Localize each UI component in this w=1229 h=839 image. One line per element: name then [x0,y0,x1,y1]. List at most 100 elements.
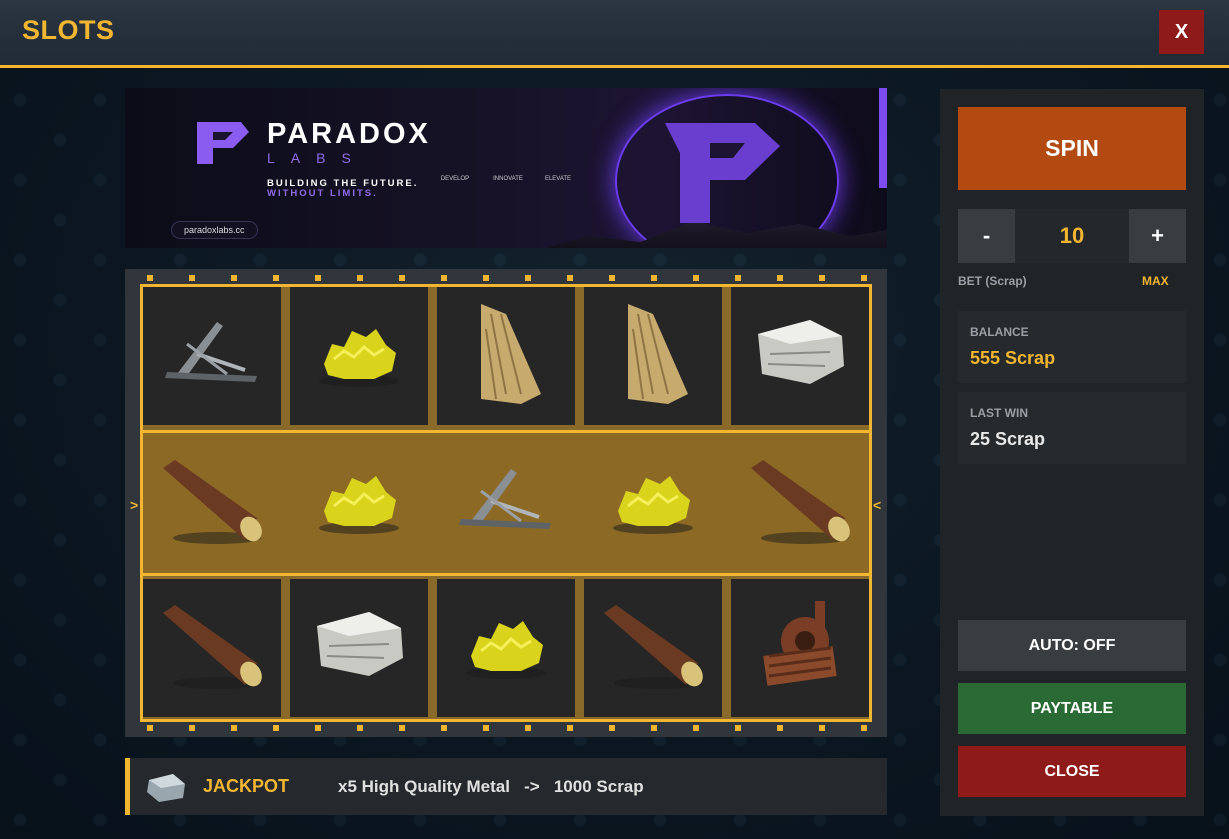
last-win-value: 25 Scrap [970,429,1046,449]
light-dot [777,275,783,281]
banner-big-logo-icon [665,123,780,223]
dot-row-top [147,275,867,281]
sulfur-icon [461,611,551,686]
sulfur-icon [314,319,404,394]
reel-cell [290,579,428,717]
light-dot [651,275,657,281]
light-dot [525,275,531,281]
dot-row-bottom [147,725,867,731]
banner-pill-innovate: INNOVATE [493,176,523,182]
light-dot [735,725,741,731]
banner-edge [879,88,887,188]
balance-value: 555 Scrap [970,348,1056,368]
light-dot [819,725,825,731]
control-panel: SPIN - 10 + BET (Scrap) MAX BALANCE 555 … [940,89,1204,816]
light-dot [231,725,237,731]
light-dot [567,275,573,281]
reel-cell [143,579,281,717]
reel-cell [437,287,575,425]
bet-amount: 10 [1015,209,1129,263]
bone-fragments-icon [157,314,267,399]
light-dot [357,275,363,281]
reel-cell [731,436,869,570]
banner-brand: PARADOX [267,118,431,150]
wood-icon [598,601,708,696]
jackpot-bar: JACKPOT x5 High Quality Metal -> 1000 Sc… [125,758,887,815]
banner-tagline-2: WITHOUT LIMITS. [267,188,378,199]
light-dot [147,275,153,281]
reel-cell [143,436,281,570]
light-dot [315,275,321,281]
banner-pill-develop: DEVELOP [440,176,470,182]
reel-cell [584,287,722,425]
last-win-box: LAST WIN 25 Scrap [958,392,1186,464]
light-dot [399,275,405,281]
reel-cell [437,436,575,570]
light-dot [189,725,195,731]
reel-grid [140,284,872,722]
light-dot [693,725,699,731]
high-quality-metal-icon [147,774,185,802]
reel-cell [584,436,722,570]
reel-cell [143,287,281,425]
light-dot [441,725,447,731]
light-dot [189,275,195,281]
auto-spin-button[interactable]: AUTO: OFF [958,620,1186,671]
bet-increase-button[interactable]: + [1129,209,1186,263]
max-bet-button[interactable]: MAX [1142,274,1169,288]
light-dot [609,275,615,281]
light-dot [525,725,531,731]
cloth-icon [461,299,551,414]
light-dot [819,275,825,281]
wood-icon [157,456,267,551]
light-dot [567,725,573,731]
banner-pill-elevate: ELEVATE [544,176,572,182]
stones-icon [750,314,850,399]
slot-machine [125,269,887,737]
payline-arrow-left: > [130,497,139,513]
light-dot [693,275,699,281]
paradox-logo-icon [197,122,249,164]
paytable-button[interactable]: PAYTABLE [958,683,1186,734]
light-dot [609,725,615,731]
light-dot [357,725,363,731]
light-dot [651,725,657,731]
light-dot [231,275,237,281]
light-dot [147,725,153,731]
reel-cell [731,287,869,425]
balance-box: BALANCE 555 Scrap [958,311,1186,383]
light-dot [315,725,321,731]
close-button[interactable]: CLOSE [958,746,1186,797]
close-icon-button[interactable]: X [1159,10,1204,54]
page-title: SLOTS [22,15,115,45]
wood-icon [157,601,267,696]
bone-fragments-icon [451,461,561,546]
top-bar: SLOTS X [0,0,1229,68]
jackpot-description: x5 High Quality Metal -> 1000 Scrap [338,777,644,796]
stones-icon [309,606,409,691]
cloth-icon [608,299,698,414]
payline-arrow-right: < [873,497,882,513]
reel-cell [731,579,869,717]
metal-fragments-icon [745,596,855,701]
balance-label: BALANCE [970,325,1029,339]
light-dot [777,725,783,731]
sulfur-icon [608,466,698,541]
spin-button[interactable]: SPIN [958,107,1186,190]
reel-cell [584,579,722,717]
light-dot [735,275,741,281]
light-dot [483,275,489,281]
sponsor-banner: PARADOX LABS BUILDING THE FUTURE. WITHOU… [125,88,887,248]
light-dot [399,725,405,731]
reel-cell [290,287,428,425]
sulfur-icon [314,466,404,541]
bet-decrease-button[interactable]: - [958,209,1015,263]
wood-icon [745,456,855,551]
light-dot [273,275,279,281]
reel-cell [437,579,575,717]
last-win-label: LAST WIN [970,406,1028,420]
jackpot-label: JACKPOT [203,776,290,796]
light-dot [441,275,447,281]
banner-url[interactable]: paradoxlabs.cc [171,221,258,239]
light-dot [861,275,867,281]
